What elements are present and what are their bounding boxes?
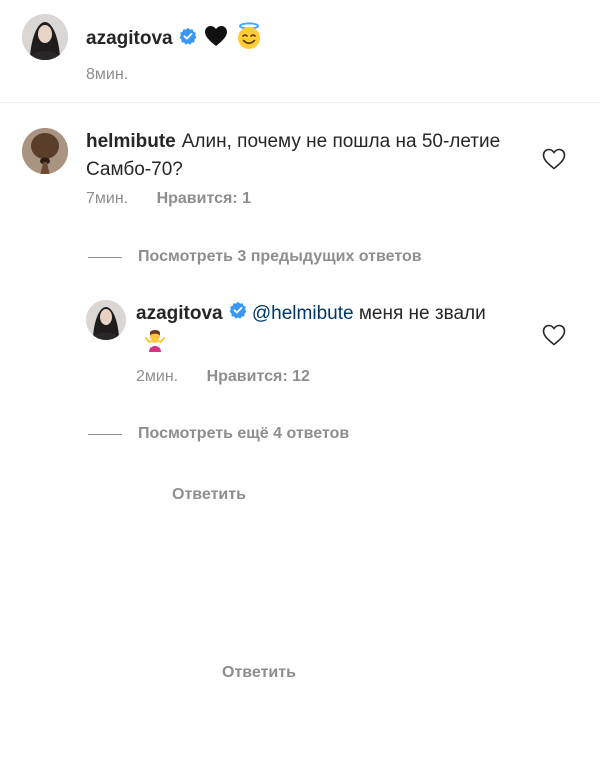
likes-count[interactable]: Нравится: 12 [207,368,310,385]
reply-comment: azagitova @helmibute меня не звали 2мин.… [86,296,582,681]
reply-body: меня не звали [358,303,486,325]
black-heart-icon [204,25,228,52]
reply-time: 2мин. [136,368,179,385]
like-heart-icon[interactable] [542,324,566,346]
divider [88,256,122,258]
view-previous-replies-button[interactable]: Посмотреть 3 предыдущих ответов [88,248,422,266]
avatar[interactable] [86,300,126,340]
avatar[interactable] [22,128,68,174]
verified-badge-icon [229,300,247,328]
reply-button[interactable]: Ответить [222,664,600,764]
caption-header: azagitova [86,22,263,55]
person-shrugging-icon [143,328,167,361]
reply-text: azagitova @helmibute меня не звали [136,300,506,361]
view-previous-replies-label: Посмотреть 3 предыдущих ответов [138,248,422,265]
comment-time: 7мин. [86,190,129,207]
smiling-face-with-halo-icon [235,22,263,55]
view-more-replies-label: Посмотреть ещё 4 ответов [138,425,350,442]
like-heart-icon[interactable] [542,148,566,170]
comment: helmibute Алин, почему не пошла на 50-лет… [22,124,582,503]
reply-meta: 2мин. Нравится: 12 Ответить [136,368,334,681]
reply-button[interactable]: Ответить [172,486,600,586]
caption: azagitova 8мин. [22,14,582,94]
avatar[interactable] [22,14,68,60]
divider [88,433,122,435]
caption-time: 8мин. [86,66,129,83]
comment-meta: 7мин. Нравится: 1 Ответить [86,190,275,503]
mention-link[interactable]: @helmibute [252,303,354,324]
view-more-replies-button[interactable]: Посмотреть ещё 4 ответов [88,425,349,443]
verified-badge-icon [179,27,197,50]
divider [0,102,600,103]
comment-text: helmibute Алин, почему не пошла на 50-лет… [86,128,516,184]
username[interactable]: helmibute [86,131,176,152]
username[interactable]: azagitova [86,28,173,50]
likes-count[interactable]: Нравится: 1 [157,190,251,207]
username[interactable]: azagitova [136,303,223,324]
